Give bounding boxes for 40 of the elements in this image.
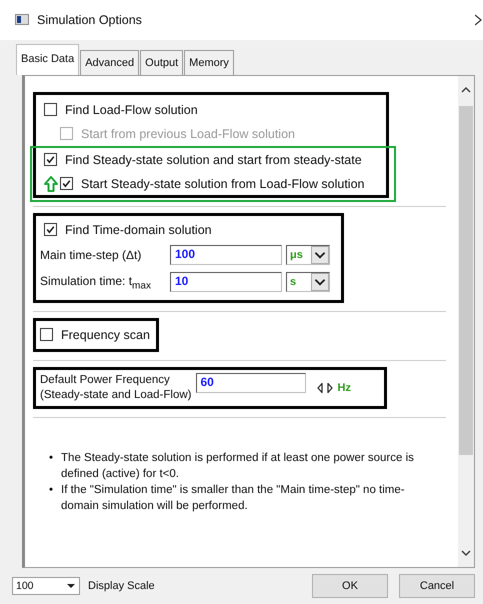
dropdown-arrow-icon[interactable] xyxy=(66,583,76,590)
window-title: Simulation Options xyxy=(37,12,143,27)
input-field[interactable]: 100 xyxy=(170,245,282,266)
bullet: • xyxy=(49,482,54,498)
note-text: The Steady-state solution is performed if at least one power source is defined (active) for t<0. xyxy=(61,450,415,482)
dialog-button[interactable]: OK xyxy=(312,574,388,598)
tab[interactable]: Memory xyxy=(184,50,234,75)
checkbox-label: Find Steady-state solution and start from steady-state xyxy=(65,152,362,167)
app-icon xyxy=(15,14,29,26)
checkbox[interactable] xyxy=(44,103,57,116)
checkbox[interactable] xyxy=(44,223,57,236)
unit-label: Hz xyxy=(338,382,351,394)
checkbox-label: Start Steady-state solution from Load-Flow solution xyxy=(81,176,364,191)
checkbox-label: Start from previous Load-Flow solution xyxy=(81,126,295,141)
scale-dropdown[interactable]: 100 xyxy=(12,577,80,596)
close-icon[interactable] xyxy=(475,14,483,26)
checkbox-label: Frequency scan xyxy=(61,328,150,342)
spin-arrows-icon[interactable] xyxy=(316,382,334,394)
field-label: Default Power Frequency (Steady-state and Load-Flow) xyxy=(40,372,192,403)
field-label: Simulation time: t$_{max}$ xyxy=(40,274,152,292)
checkbox[interactable] xyxy=(60,177,73,190)
checkbox-label: Find Load-Flow solution xyxy=(65,102,198,117)
unit-dropdown[interactable]: μs xyxy=(286,245,330,266)
checkbox-label: Find Time-domain solution xyxy=(65,222,212,237)
bullet: • xyxy=(49,450,54,466)
dialog-button[interactable]: Cancel xyxy=(399,574,475,598)
scrollbar[interactable] xyxy=(458,76,474,568)
input-field[interactable]: 60 xyxy=(196,372,306,393)
input-field[interactable]: 10 xyxy=(170,272,282,292)
note-text: If the "Simulation time" is smaller than the "Main time-step" no time-domain simulation will be performed. xyxy=(61,482,406,514)
tab[interactable]: Basic Data xyxy=(16,44,80,75)
checkbox[interactable] xyxy=(44,153,57,166)
tab[interactable]: Advanced xyxy=(80,50,140,75)
checkbox[interactable] xyxy=(40,328,53,342)
unit-dropdown[interactable]: s xyxy=(286,272,330,292)
scroll-up-icon[interactable] xyxy=(460,86,472,94)
tab[interactable]: Output xyxy=(140,50,184,75)
field-label: Main time-step (Δt) xyxy=(40,248,142,262)
display-scale-label: Display Scale xyxy=(88,580,155,592)
scroll-down-icon[interactable] xyxy=(460,549,472,558)
